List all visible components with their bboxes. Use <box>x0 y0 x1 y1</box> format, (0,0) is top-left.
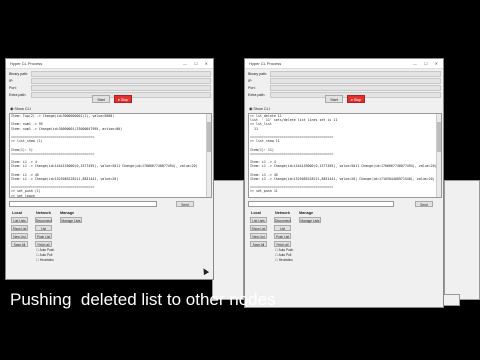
left-command-input[interactable] <box>9 201 157 207</box>
log-line: >> set_leave <box>11 193 35 198</box>
right-command-input[interactable] <box>248 201 394 207</box>
right-show-cli-label: Show CLI <box>253 107 270 111</box>
right-local-heading: Local <box>251 211 261 215</box>
field-label: Extra path: <box>9 93 27 97</box>
left-new-list-button[interactable]: New List <box>11 233 28 239</box>
cb-label: Auto Push <box>39 248 55 252</box>
field-label: Binary path: <box>248 72 268 76</box>
field-label: Port: <box>9 86 17 90</box>
right-window-controls[interactable]: — ☐ ✕ <box>413 59 441 68</box>
log-line: Item: i1 -> Change(id=1444155000(0,15774… <box>250 164 437 169</box>
left-stop-button[interactable]: ● Stop <box>114 95 132 103</box>
scroll-thumb[interactable] <box>207 122 211 152</box>
left-show-list-button[interactable]: Show List <box>11 225 28 231</box>
right-log-scrollbar[interactable] <box>436 114 441 197</box>
right-auto-pull-checkbox[interactable]: ☐ Auto Pull <box>275 253 291 257</box>
field-label: Binary path: <box>9 72 29 76</box>
right-show-list-button[interactable]: Show List <box>250 225 267 231</box>
right-stop-label: Stop <box>353 98 362 102</box>
right-process-window: Hyper CL Process — ☐ ✕ Binary path: IP: … <box>244 58 444 308</box>
cb-label: Heuristics <box>278 258 293 262</box>
left-extra-path-row: Extra path: <box>9 92 212 99</box>
right-new-list-button[interactable]: New List <box>250 233 267 239</box>
left-auto-push-checkbox[interactable]: ☐ Auto Push <box>36 248 54 252</box>
left-show-cli-label: Show CLI <box>14 107 31 111</box>
left-manage-heading: Manage <box>60 211 75 215</box>
cb-label: Auto Pull <box>278 253 292 257</box>
right-cli-log[interactable]: >> lst_delete 11 list ' 11' sets/delete l… <box>248 113 442 198</box>
left-list-lists-button[interactable]: List Lists <box>11 217 28 223</box>
left-port-row: Port: <box>9 85 212 92</box>
left-binary-path-row: Binary path: <box>9 71 212 78</box>
left-auto-pull-checkbox[interactable]: ☐ Auto Pull <box>36 253 52 257</box>
left-binary-path-input[interactable] <box>31 71 211 77</box>
video-caption: Pushing deleted list to other nodes <box>10 290 276 309</box>
field-label: IP: <box>9 79 14 83</box>
left-send-button[interactable]: Send <box>176 201 194 207</box>
right-binary-path-row: Binary path: <box>248 71 442 78</box>
field-label: Extra path: <box>248 93 266 97</box>
left-manage-lists-button[interactable]: Manage Lists <box>60 217 82 223</box>
left-title-bar: Hyper CL Process — ☐ ✕ <box>6 59 213 69</box>
left-cli-log[interactable]: Item: Tup(2) -> Change(id=3000000001(1),… <box>9 113 212 198</box>
left-network-heading: Network <box>36 211 51 215</box>
right-fetch-all-button[interactable]: Fetch all <box>274 241 291 247</box>
scroll-thumb[interactable] <box>437 122 441 152</box>
right-list-conns-button[interactable]: List Conns <box>274 225 291 237</box>
left-process-window: Hyper CL Process — ☐ ✕ Binary path: IP: … <box>5 58 214 280</box>
right-heuristics-checkbox[interactable]: ☐ Heuristics <box>275 258 293 262</box>
left-disconnect-button[interactable]: Disconnect <box>35 217 52 223</box>
right-ip-input[interactable] <box>270 78 441 84</box>
right-start-button[interactable]: Start <box>325 95 343 103</box>
right-list-lists-button[interactable]: List Lists <box>250 217 267 223</box>
right-send-button[interactable]: Send <box>415 201 433 207</box>
right-ip-row: IP: <box>248 78 442 85</box>
background-window-left <box>212 180 244 300</box>
field-label: IP: <box>248 79 253 83</box>
left-list-conns-button[interactable]: List Conns <box>35 225 52 237</box>
right-save-all-button[interactable]: Save All <box>250 241 267 247</box>
left-push-list-button[interactable]: Push List <box>35 233 52 239</box>
cb-label: Auto Push <box>278 248 294 252</box>
left-port-input[interactable] <box>31 85 211 91</box>
right-log-lines: >> lst_delete 11 list ' 11' sets/delete l… <box>249 114 441 197</box>
left-fetch-all-button[interactable]: Fetch all <box>35 241 52 247</box>
right-port-input[interactable] <box>270 85 441 91</box>
right-push-list-button[interactable]: Push List <box>274 233 291 239</box>
right-port-row: Port: <box>248 85 442 92</box>
left-local-heading: Local <box>12 211 22 215</box>
left-window-controls[interactable]: — ☐ ✕ <box>183 59 211 68</box>
left-ip-row: IP: <box>9 78 212 85</box>
left-ip-input[interactable] <box>31 78 211 84</box>
right-binary-path-input[interactable] <box>270 71 441 77</box>
right-stop-button[interactable]: ● Stop <box>347 95 365 103</box>
log-line: Item: i1 -> Change(id=1525085228211,8831… <box>250 176 435 181</box>
right-title-bar: Hyper CL Process — ☐ ✕ <box>245 59 443 69</box>
background-window-right <box>444 180 480 300</box>
log-line: Item: i1 -> Change(id=1444155000(0,15774… <box>11 164 198 169</box>
cb-label: Auto Pull <box>39 253 53 257</box>
left-heuristics-checkbox[interactable]: ☐ Heuristics <box>36 258 54 262</box>
field-label: Port: <box>248 86 256 90</box>
left-show-cli-radio[interactable]: ◉ Show CLI <box>10 106 31 111</box>
right-network-heading: Network <box>275 211 290 215</box>
cb-label: Heuristics <box>39 258 54 262</box>
left-stop-label: Stop <box>120 98 129 102</box>
left-log-lines: Item: Tup(2) -> Change(id=3000000001(1),… <box>10 114 211 198</box>
left-start-button[interactable]: Start <box>92 95 110 103</box>
left-save-all-button[interactable]: Save All <box>11 241 28 247</box>
right-extra-path-row: Extra path: <box>248 92 442 99</box>
right-show-cli-radio[interactable]: ◉ Show CLI <box>249 106 270 111</box>
right-disconnect-button[interactable]: Disconnect <box>274 217 291 223</box>
right-window-title: Hyper CL Process <box>249 61 282 66</box>
left-log-scrollbar[interactable] <box>206 114 211 197</box>
right-manage-lists-button[interactable]: Manage Lists <box>299 217 321 223</box>
right-auto-push-checkbox[interactable]: ☐ Auto Push <box>275 248 293 252</box>
right-manage-heading: Manage <box>299 211 314 215</box>
left-window-title: Hyper CL Process <box>10 61 43 66</box>
